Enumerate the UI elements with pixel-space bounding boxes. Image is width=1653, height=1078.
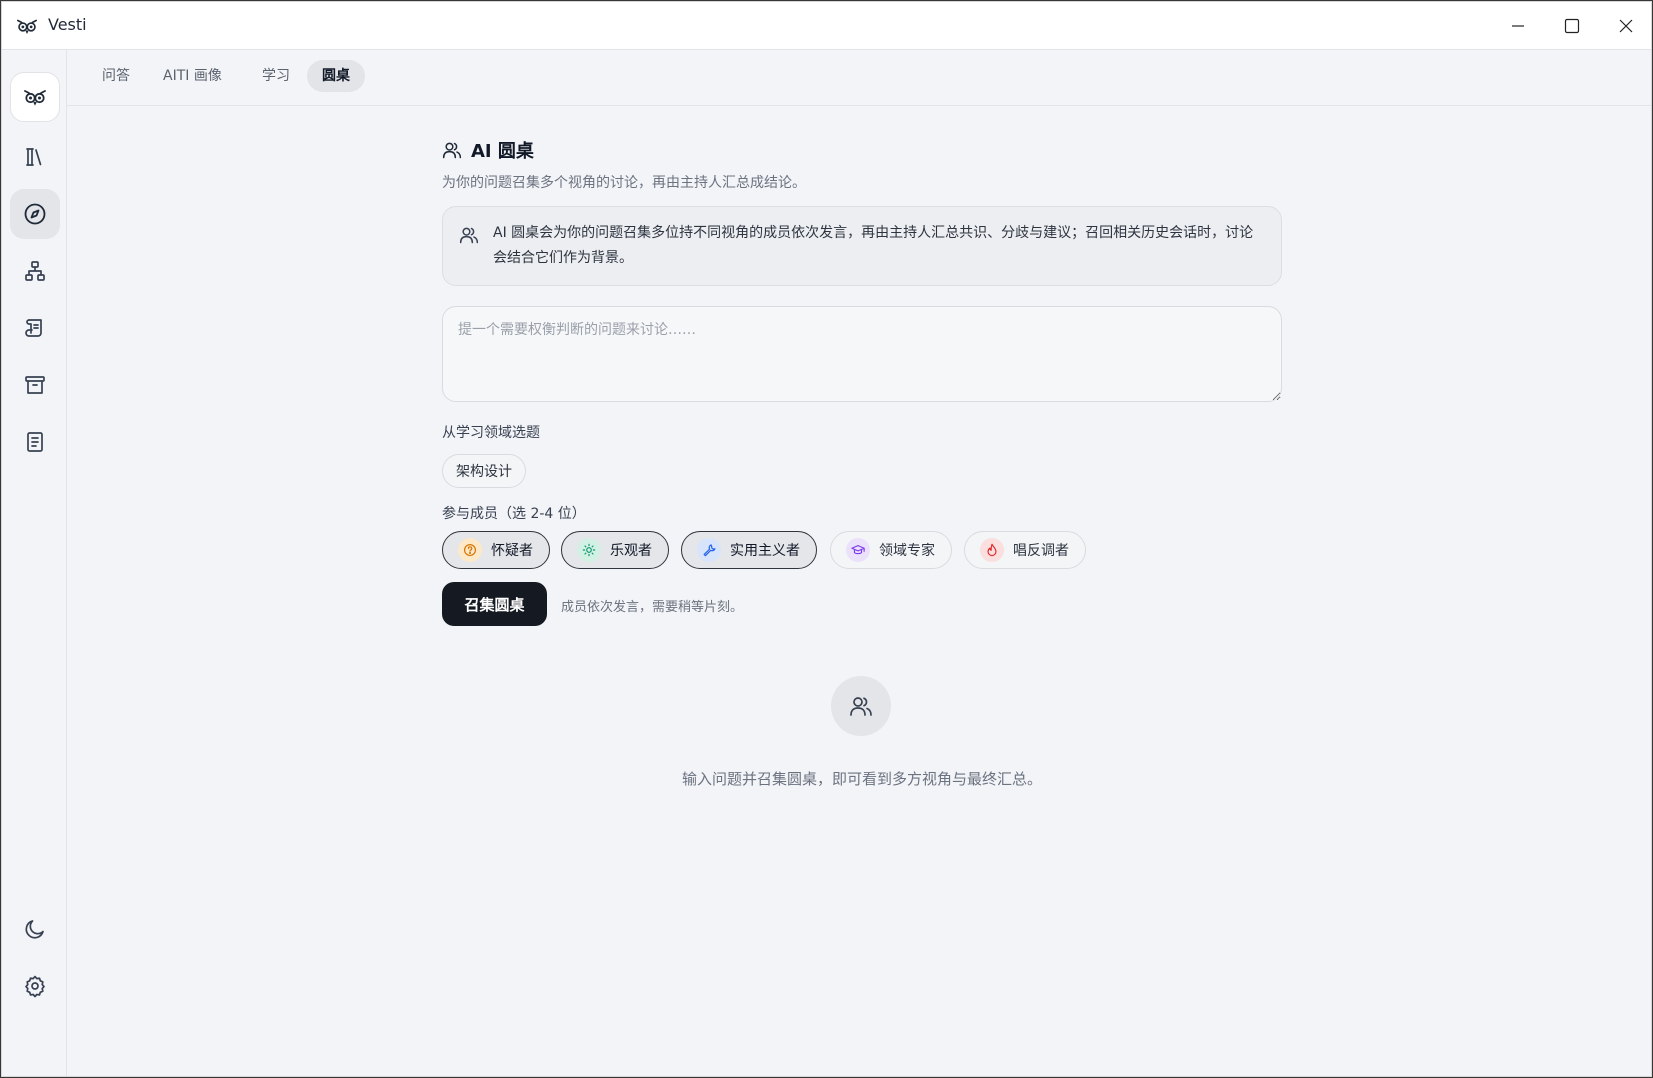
owl-logo-icon xyxy=(17,19,37,34)
window-title: Vesti xyxy=(48,15,87,34)
tab-qa[interactable]: 问答 xyxy=(87,60,145,92)
settings-button[interactable] xyxy=(10,961,60,1011)
topic-chip-architecture[interactable]: 架构设计 xyxy=(442,454,526,488)
minimize-button[interactable] xyxy=(1498,10,1538,42)
member-chip-domain-expert[interactable]: 领域专家 xyxy=(830,531,952,569)
members-label: 参与成员（选 2-4 位） xyxy=(442,506,586,522)
mode-tabs: 问答 AITI 画像 学习 圆桌 xyxy=(67,50,1651,106)
gear-icon xyxy=(25,975,45,998)
page-heading: AI 圆桌 xyxy=(442,138,534,162)
member-label: 怀疑者 xyxy=(491,543,533,559)
question-circle-icon xyxy=(458,538,482,562)
sidebar xyxy=(2,50,67,1076)
minimize-icon xyxy=(1512,25,1524,27)
users-icon xyxy=(459,227,479,244)
flame-icon xyxy=(980,538,1004,562)
member-label: 实用主义者 xyxy=(730,543,800,559)
convene-button[interactable]: 召集圆桌 xyxy=(442,582,547,626)
maximize-button[interactable] xyxy=(1552,10,1592,42)
archive-icon xyxy=(25,376,45,394)
compass-icon xyxy=(24,203,46,225)
sidebar-item-network[interactable] xyxy=(10,246,60,296)
empty-state-text: 输入问题并召集圆桌，即可看到多方视角与最终汇总。 xyxy=(681,770,1042,788)
sidebar-item-home[interactable] xyxy=(10,72,60,122)
member-label: 领域专家 xyxy=(879,543,935,559)
owl-logo-icon xyxy=(24,90,46,106)
member-chip-optimist[interactable]: 乐观者 xyxy=(561,531,669,569)
question-input[interactable] xyxy=(442,306,1282,402)
info-text: AI 圆桌会为你的问题召集多位持不同视角的成员依次发言，再由主持人汇总共识、分歧… xyxy=(493,225,1254,266)
scroll-icon xyxy=(25,319,42,337)
page-subtitle: 为你的问题召集多个视角的讨论，再由主持人汇总成结论。 xyxy=(442,175,806,191)
member-label: 唱反调者 xyxy=(1013,543,1069,559)
graduation-cap-icon xyxy=(846,538,870,562)
topic-label: 从学习领域选题 xyxy=(442,425,540,441)
tab-aiti-profile[interactable]: AITI 画像 xyxy=(148,60,237,92)
sun-icon xyxy=(577,538,601,562)
app-window: Vesti 问答 AITI 画像 学习 圆桌 AI 圆桌 为你的问题召集多个视角… xyxy=(1,1,1652,1077)
close-button[interactable] xyxy=(1606,10,1646,42)
users-icon xyxy=(850,697,872,716)
close-icon xyxy=(1619,19,1633,33)
tab-roundtable[interactable]: 圆桌 xyxy=(307,60,365,92)
member-chip-pragmatist[interactable]: 实用主义者 xyxy=(681,531,817,569)
title-bar: Vesti xyxy=(2,2,1651,50)
maximize-icon xyxy=(1564,18,1580,34)
member-label: 乐观者 xyxy=(610,543,652,559)
sidebar-item-archive[interactable] xyxy=(10,360,60,410)
member-chip-skeptic[interactable]: 怀疑者 xyxy=(442,531,550,569)
theme-toggle-button[interactable] xyxy=(10,904,60,954)
empty-state-avatar xyxy=(831,676,891,736)
library-icon xyxy=(26,148,42,166)
sidebar-item-explore[interactable] xyxy=(10,189,60,239)
moon-icon xyxy=(25,920,44,939)
wrench-icon xyxy=(697,538,721,562)
member-chip-devils-advocate[interactable]: 唱反调者 xyxy=(964,531,1086,569)
sidebar-item-notes[interactable] xyxy=(10,417,60,467)
page-title: AI 圆桌 xyxy=(471,141,534,162)
notebook-icon xyxy=(27,432,43,452)
tab-learning[interactable]: 学习 xyxy=(247,60,305,92)
users-icon xyxy=(442,142,462,159)
info-box: AI 圆桌会为你的问题召集多位持不同视角的成员依次发言，再由主持人汇总共识、分歧… xyxy=(442,206,1282,286)
sidebar-item-scroll[interactable] xyxy=(10,303,60,353)
sidebar-item-library[interactable] xyxy=(10,132,60,182)
sitemap-icon xyxy=(25,261,45,281)
convene-hint: 成员依次发言，需要稍等片刻。 xyxy=(561,600,744,615)
